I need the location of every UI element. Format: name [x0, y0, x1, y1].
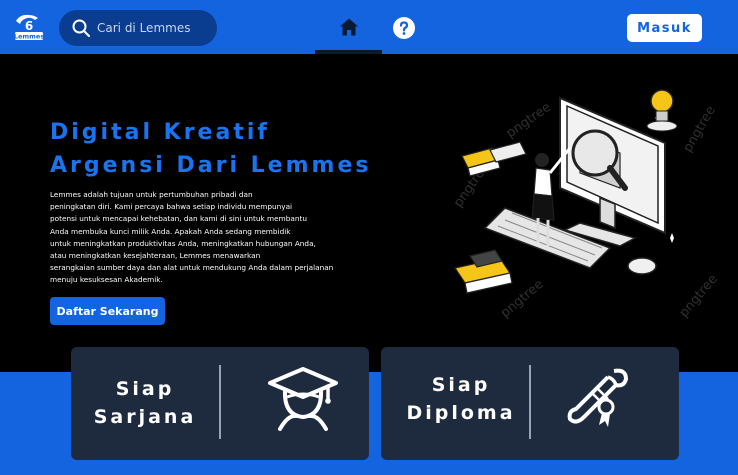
question-icon	[399, 21, 409, 35]
card-siap-sarjana[interactable]: Siap Sarjana	[71, 347, 369, 460]
logo-text: Lemmes	[14, 33, 45, 41]
hero-title: Digital Kreatif Argensi Dari Lemmes	[50, 116, 371, 182]
hero-description: Lemmes adalah tujuan untuk pertumbuhan p…	[50, 189, 380, 287]
hero-description-line: Anda membuka kunci milik Anda. Apakah An…	[50, 226, 291, 236]
search-bar[interactable]	[59, 10, 217, 46]
diploma-scroll-icon	[567, 368, 628, 427]
home-icon	[339, 18, 358, 36]
hero-title-line: Argensi Dari Lemmes	[50, 153, 372, 178]
hero-description-line: menuju kesuksesan Akademik.	[50, 275, 163, 285]
hero-description-line: potensi untuk mencapai kehebatan, dan ka…	[50, 214, 307, 224]
svg-text:6: 6	[25, 19, 33, 33]
card-divider	[529, 365, 531, 439]
card-title: Siap Sarjana	[71, 375, 219, 431]
hero-description-line: untuk meningkatkan produktivitas Anda, m…	[50, 238, 316, 248]
computer-study-illustration: pngtree pngtree pngtree pngtree pngtree	[451, 89, 720, 321]
card-title: Siap Diploma	[391, 371, 531, 427]
card-title-line: Sarjana	[93, 406, 197, 428]
card-divider	[219, 365, 221, 439]
hero-title-line: Digital Kreatif	[50, 120, 270, 145]
card-title-line: Siap	[431, 374, 491, 396]
hero-description-line: Lemmes adalah tujuan untuk pertumbuhan p…	[50, 190, 253, 199]
card-title-line: Siap	[115, 378, 175, 400]
watermark-text: pngtree	[504, 100, 554, 141]
card-title-line: Diploma	[406, 402, 516, 424]
hero-description-line: serangkaian sumber daya dan alat untuk m…	[50, 263, 334, 273]
graduate-icon	[268, 367, 338, 431]
help-button[interactable]	[393, 17, 415, 39]
watermark-text: pngtree	[680, 103, 718, 155]
navbar: 6 Lemmes Masuk	[0, 0, 738, 54]
card-siap-diploma[interactable]: Siap Diploma	[381, 347, 679, 460]
search-icon	[72, 19, 90, 37]
lemmes-logo[interactable]: 6 Lemmes	[12, 11, 46, 43]
hero-description-line: peningkatan diri. Kami percaya bahwa set…	[50, 202, 293, 212]
login-button[interactable]: Masuk	[627, 14, 702, 42]
tab-home[interactable]	[315, 0, 382, 54]
watermark-text: pngtree	[677, 272, 720, 321]
hero-description-line: atau meningkatkan kesejahteraan, Lemmes …	[50, 251, 261, 261]
search-input[interactable]	[97, 21, 217, 35]
register-now-button[interactable]: Daftar Sekarang	[50, 297, 165, 325]
